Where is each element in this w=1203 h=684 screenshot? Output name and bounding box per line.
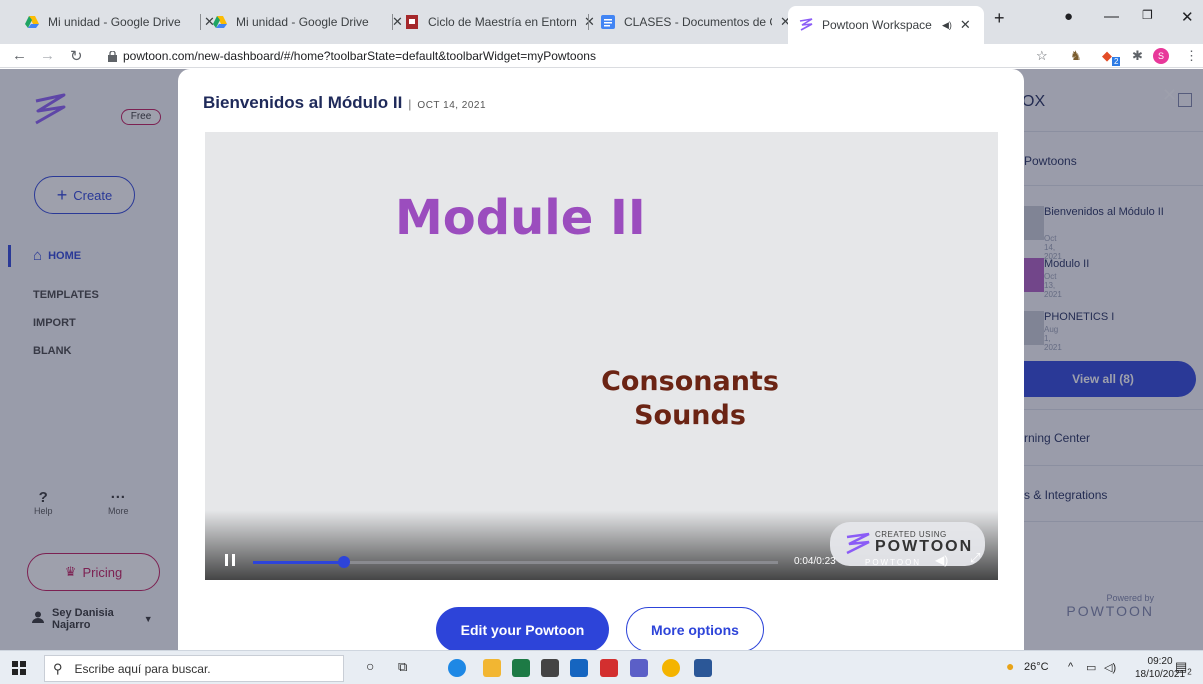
progress-fill: [253, 561, 345, 564]
address-bar-row: ← → ↻ powtoon.com/new-dashboard/#/home?t…: [0, 44, 1203, 68]
tab-label: Powtoon Workspace: [822, 18, 932, 32]
lock-icon: [108, 50, 117, 62]
temperature[interactable]: 26°C: [1024, 661, 1049, 673]
windows-taskbar: ⚲ Escribe aquí para buscar. ○ ⧉ ● 26°C ^…: [0, 650, 1203, 684]
browser-tab-strip: Mi unidad - Google Drive ✕ Mi unidad - G…: [0, 0, 1203, 44]
weather-icon[interactable]: ●: [1006, 658, 1014, 674]
reload-icon[interactable]: ↻: [70, 47, 83, 65]
google-drive-icon: [213, 16, 227, 28]
restore-button[interactable]: ❐: [1142, 8, 1153, 22]
tab-clases-docs[interactable]: CLASES - Documentos de Go ✕: [590, 8, 791, 36]
powtoon-icon: [799, 18, 813, 31]
modal-header: Bienvenidos al Módulo II | OCT 14, 2021: [203, 93, 486, 113]
store-icon[interactable]: [541, 659, 559, 677]
minimize-button[interactable]: —: [1104, 8, 1119, 25]
puzzle-icon[interactable]: ✱: [1132, 48, 1143, 64]
powtoon-watermark: POWTOON: [865, 558, 922, 567]
video-subheading-line2: Sounds: [634, 400, 746, 431]
tab-powtoon-workspace[interactable]: Powtoon Workspace ◀) ✕: [788, 6, 984, 44]
tab-google-drive-2[interactable]: Mi unidad - Google Drive ✕: [202, 8, 403, 36]
modal-date: OCT 14, 2021: [417, 100, 487, 111]
acrobat-icon[interactable]: [600, 659, 618, 677]
excel-icon[interactable]: [512, 659, 530, 677]
back-icon[interactable]: ←: [12, 47, 27, 64]
video-player[interactable]: Module II Consonants Sounds CREATED USIN…: [205, 132, 998, 580]
fullscreen-icon[interactable]: ⤢: [970, 550, 980, 566]
tab-separator: [200, 14, 201, 30]
video-heading: Module II: [395, 190, 646, 246]
badge-brand: POWTOON: [875, 538, 974, 555]
file-explorer-icon[interactable]: [483, 659, 501, 677]
tab-label: Mi unidad - Google Drive: [236, 15, 369, 29]
tab-separator: [588, 14, 589, 30]
google-docs-icon: [601, 15, 615, 29]
doc-red-icon: [406, 15, 418, 29]
word-icon[interactable]: [694, 659, 712, 677]
video-subheading: Consonants Sounds: [575, 365, 805, 433]
taskbar-search[interactable]: ⚲ Escribe aquí para buscar.: [44, 655, 344, 682]
network-icon[interactable]: ▭: [1086, 661, 1096, 674]
notification-icon[interactable]: ▤2: [1175, 659, 1192, 677]
teams-icon[interactable]: [630, 659, 648, 677]
volume-icon[interactable]: ◀): [935, 553, 948, 567]
title-separator: |: [408, 97, 412, 111]
chevron-up-icon[interactable]: ^: [1068, 661, 1073, 673]
search-placeholder: Escribe aquí para buscar.: [74, 661, 211, 676]
progress-track[interactable]: [253, 561, 778, 564]
google-drive-icon: [25, 16, 39, 28]
tab-ciclo-maestria[interactable]: Ciclo de Maestría en Entornos ✕: [394, 8, 595, 36]
url-text: powtoon.com/new-dashboard/#/home?toolbar…: [123, 49, 596, 63]
url-bar[interactable]: powtoon.com/new-dashboard/#/home?toolbar…: [108, 46, 1008, 66]
media-control-icon[interactable]: ●: [1064, 8, 1073, 25]
new-tab-button[interactable]: +: [994, 8, 1005, 29]
tab-label: Mi unidad - Google Drive: [48, 15, 181, 29]
video-subheading-line1: Consonants: [601, 366, 779, 397]
avatar[interactable]: S: [1153, 48, 1169, 64]
extension-icon[interactable]: ♞: [1070, 48, 1082, 64]
page-title: Bienvenidos al Módulo II: [203, 93, 403, 112]
forward-icon[interactable]: →: [40, 47, 55, 64]
menu-icon[interactable]: ⋮: [1185, 48, 1198, 64]
mail-icon[interactable]: [570, 659, 588, 677]
search-icon: ⚲: [53, 660, 63, 676]
task-view-icon[interactable]: ⧉: [398, 659, 407, 675]
powtoon-preview-modal: Bienvenidos al Módulo II | OCT 14, 2021 …: [178, 69, 1024, 652]
powtoon-logo-icon: [846, 532, 870, 555]
edit-powtoon-button[interactable]: Edit your Powtoon: [436, 607, 609, 652]
time-display: 0:04/0:23: [794, 556, 836, 567]
volume-icon[interactable]: ◁): [1104, 661, 1116, 674]
pause-button[interactable]: [225, 554, 235, 566]
close-icon[interactable]: ✕: [960, 17, 971, 33]
extension-badge-icon[interactable]: ◆ 2: [1102, 48, 1121, 66]
tab-label: Ciclo de Maestría en Entornos: [428, 15, 576, 29]
tab-google-drive-1[interactable]: Mi unidad - Google Drive ✕: [14, 8, 215, 36]
star-icon[interactable]: ☆: [1036, 48, 1048, 64]
cortana-icon[interactable]: ○: [366, 658, 374, 674]
tab-label: CLASES - Documentos de Go: [624, 15, 772, 29]
chrome-icon[interactable]: [662, 659, 680, 677]
close-window-button[interactable]: ✕: [1181, 8, 1194, 26]
more-options-button[interactable]: More options: [626, 607, 764, 652]
windows-start-icon[interactable]: [12, 661, 26, 675]
tab-separator: [392, 14, 393, 30]
edge-icon[interactable]: [448, 659, 466, 677]
audio-icon[interactable]: ◀): [942, 20, 952, 31]
